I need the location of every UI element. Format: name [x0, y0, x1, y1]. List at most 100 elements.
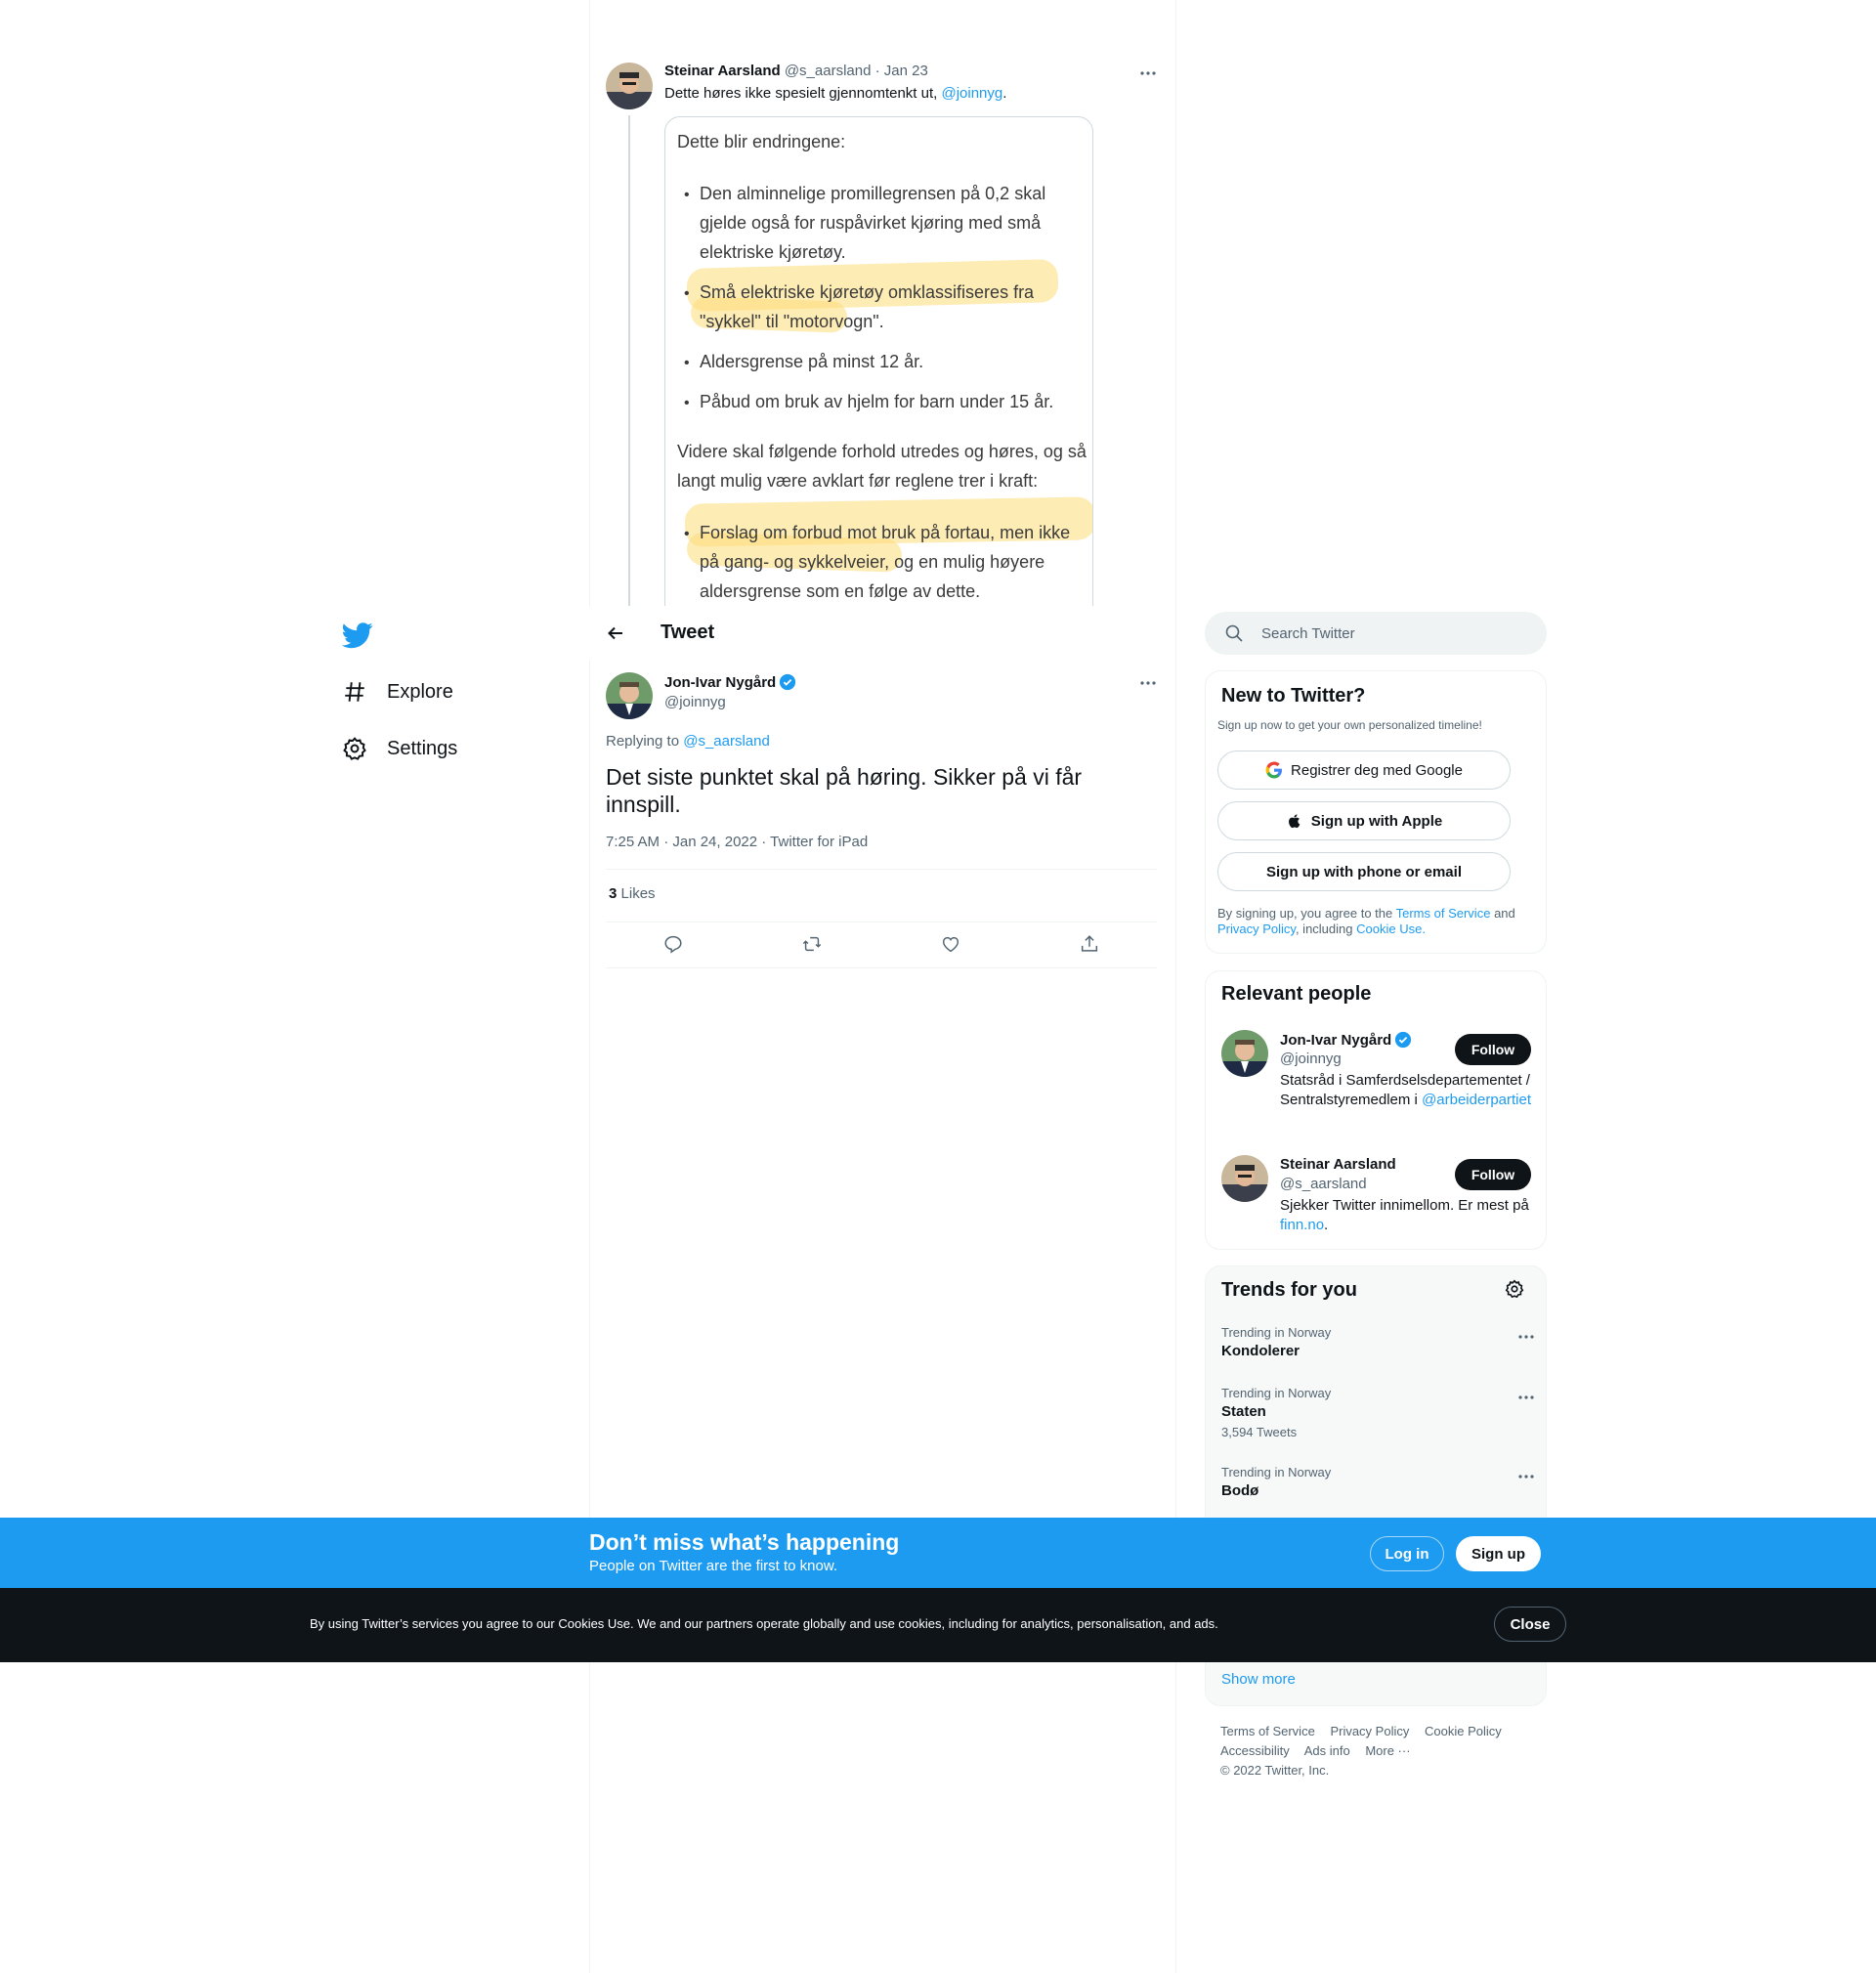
parent-separator: · — [874, 63, 880, 79]
likes-label: Likes — [620, 885, 656, 902]
quoted-image-card[interactable]: Dette blir endringene: • Den alminnelige… — [664, 116, 1093, 624]
footer-links: Terms of Service Privacy Policy Cookie P… — [1220, 1722, 1543, 1780]
login-button[interactable]: Log in — [1370, 1536, 1444, 1571]
avatar-steinar[interactable] — [1221, 1155, 1268, 1202]
person-name-row[interactable]: Steinar Aarsland — [1280, 1156, 1396, 1173]
main-tweet-meta[interactable]: 7:25 AM · Jan 24, 2022 · Twitter for iPa… — [606, 834, 868, 850]
avatar-jon-ivar[interactable] — [1221, 1030, 1268, 1077]
quote-bullet-text: Forslag om forbud mot bruk på fortau, me… — [700, 523, 1071, 601]
gear-icon — [1505, 1279, 1524, 1299]
like-button[interactable] — [940, 933, 963, 957]
parent-author-name[interactable]: Steinar Aarsland — [664, 63, 781, 79]
trend-category: Trending in Norway — [1221, 1465, 1332, 1480]
signup-button[interactable]: Sign up — [1456, 1536, 1541, 1571]
avatar-jon-ivar[interactable] — [606, 672, 653, 719]
share-button[interactable] — [1079, 933, 1102, 957]
privacy-link[interactable]: Privacy Policy — [1217, 922, 1296, 936]
trend-more-button[interactable] — [1516, 1467, 1536, 1486]
quote-bullet-text: Aldersgrense på minst 12 år. — [700, 352, 924, 371]
terms-link[interactable]: Terms of Service — [1396, 906, 1491, 921]
main-tweet-text: Det siste punktet skal på høring. Sikker… — [606, 764, 1083, 817]
show-more-link[interactable]: Show more — [1221, 1671, 1296, 1688]
person-name-row[interactable]: Jon-Ivar Nygård — [1280, 1031, 1412, 1049]
reply-icon — [664, 935, 682, 954]
quote-bullet: • — [684, 526, 690, 542]
banner-subtitle: People on Twitter are the first to know. — [589, 1558, 838, 1574]
page-title: Tweet — [661, 622, 715, 643]
follow-button[interactable]: Follow — [1455, 1159, 1531, 1190]
reply-button[interactable] — [662, 933, 686, 957]
quote-middle-text: Videre skal følgende forhold utredes og … — [677, 442, 1087, 491]
twitter-logo-icon[interactable] — [341, 620, 373, 651]
back-arrow-icon[interactable] — [606, 623, 625, 643]
retweet-icon — [802, 936, 822, 952]
avatar-steinar[interactable] — [606, 63, 653, 109]
legal-text-including: , including — [1295, 922, 1353, 936]
footer-terms-link[interactable]: Terms of Service — [1220, 1724, 1315, 1738]
cookie-use-link[interactable]: Cookie Use — [1356, 922, 1422, 936]
legal-text-end: . — [1422, 922, 1426, 936]
person-bio-text: Sjekker Twitter innimellom. Er mest på — [1280, 1197, 1529, 1214]
new-to-twitter-subtitle: Sign up now to get your own personalized… — [1217, 718, 1482, 732]
person-name[interactable]: Steinar Aarsland — [1280, 1156, 1396, 1173]
apple-signup-button[interactable]: Sign up with Apple — [1217, 801, 1511, 840]
apple-signup-label: Sign up with Apple — [1310, 812, 1443, 830]
trends-settings-button[interactable] — [1504, 1278, 1525, 1305]
parent-text-body: Dette høres ikke spesielt gjennomtenkt u… — [664, 85, 938, 102]
gear-icon — [343, 737, 366, 760]
nav-settings-label: Settings — [387, 737, 458, 759]
person-handle[interactable]: @joinnyg — [1280, 1051, 1342, 1067]
footer-ads-link[interactable]: Ads info — [1304, 1743, 1350, 1758]
footer-accessibility-link[interactable]: Accessibility — [1220, 1743, 1290, 1758]
new-to-twitter-panel: New to Twitter? Sign up now to get your … — [1205, 670, 1547, 954]
search-icon — [1225, 624, 1243, 642]
retweet-button[interactable] — [801, 933, 825, 957]
trend-more-button[interactable] — [1516, 1327, 1536, 1347]
nav-settings[interactable]: Settings — [342, 729, 457, 768]
trend-name[interactable]: Kondolerer — [1221, 1343, 1300, 1359]
parent-tweet-header: Steinar Aarsland @s_aarsland · Jan 23 — [664, 63, 928, 79]
apple-icon — [1288, 814, 1300, 829]
heart-icon — [942, 936, 959, 953]
divider — [606, 869, 1157, 870]
quote-bullet: • — [684, 395, 690, 411]
relevant-people-title: Relevant people — [1221, 983, 1372, 1005]
new-to-twitter-title: New to Twitter? — [1221, 685, 1366, 707]
trend-more-button[interactable] — [1516, 1388, 1536, 1407]
main-more-button[interactable] — [1138, 673, 1158, 698]
more-dots-icon — [1140, 681, 1156, 685]
main-author-handle[interactable]: @joinnyg — [664, 694, 726, 710]
person-bio: Statsråd i Samferdselsdepartementet / Se… — [1280, 1071, 1536, 1110]
person-bio-link[interactable]: @arbeiderpartiet — [1422, 1092, 1531, 1108]
share-icon — [1081, 935, 1098, 952]
likes-count-link[interactable]: 3 Likes — [609, 885, 656, 902]
search-input[interactable]: Search Twitter — [1205, 612, 1547, 655]
follow-button[interactable]: Follow — [1455, 1034, 1531, 1065]
parent-author-handle[interactable]: @s_aarsland — [785, 63, 872, 79]
replying-to: Replying to @s_aarsland — [606, 733, 770, 750]
phone-email-signup-button[interactable]: Sign up with phone or email — [1217, 852, 1511, 891]
parent-more-button[interactable] — [1138, 64, 1158, 88]
main-author-name[interactable]: Jon-Ivar Nygård — [664, 674, 776, 691]
trends-title: Trends for you — [1221, 1279, 1357, 1301]
quote-intro: Dette blir endringene: — [677, 132, 846, 151]
person-bio-end: . — [1324, 1217, 1329, 1233]
likes-count: 3 — [609, 885, 618, 902]
cookie-close-button[interactable]: Close — [1494, 1607, 1566, 1642]
trend-count: 3,594 Tweets — [1221, 1425, 1298, 1439]
footer-more-link[interactable]: More ··· — [1365, 1743, 1410, 1758]
footer-cookie-link[interactable]: Cookie Policy — [1425, 1724, 1502, 1738]
replying-to-handle[interactable]: @s_aarsland — [683, 733, 770, 750]
person-handle[interactable]: @s_aarsland — [1280, 1176, 1367, 1192]
parent-mention-link[interactable]: @joinnyg — [941, 85, 1002, 102]
verified-badge-icon — [780, 673, 796, 691]
person-name[interactable]: Jon-Ivar Nygård — [1280, 1032, 1391, 1049]
nav-explore[interactable]: Explore — [342, 672, 453, 711]
google-signup-button[interactable]: Registrer deg med Google — [1217, 751, 1511, 790]
parent-date[interactable]: Jan 23 — [884, 63, 928, 79]
footer-privacy-link[interactable]: Privacy Policy — [1330, 1724, 1409, 1738]
main-author-name-row[interactable]: Jon-Ivar Nygård — [664, 673, 796, 691]
trend-name[interactable]: Bodø — [1221, 1482, 1258, 1499]
trend-name[interactable]: Staten — [1221, 1403, 1266, 1420]
person-bio-link[interactable]: finn.no — [1280, 1217, 1324, 1233]
